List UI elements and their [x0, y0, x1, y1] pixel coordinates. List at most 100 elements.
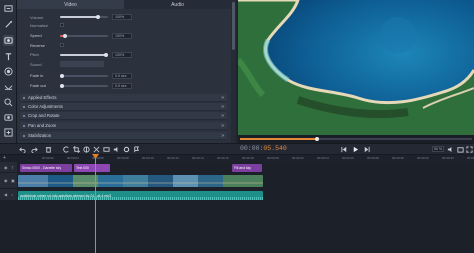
redo-icon[interactable] [30, 145, 38, 153]
chevron-right-icon: » [221, 95, 224, 101]
properties-tabs: Video Audio [17, 0, 231, 9]
timecode-current: 05.540 [263, 145, 287, 152]
fade-out-value[interactable]: 0.0 sec [112, 83, 132, 89]
zoom-icon[interactable] [3, 97, 14, 108]
title-clip-2[interactable]: Text 000 [74, 164, 110, 172]
section-label: Color Adjustments [28, 104, 63, 109]
reverse-checkbox[interactable] [60, 43, 64, 47]
play-icon[interactable] [351, 145, 359, 153]
flag-icon[interactable] [132, 145, 140, 153]
video-track-icon: ▣ [11, 178, 15, 183]
ruler-tick-label: 00:00:30 [392, 156, 404, 160]
color-adjust-icon[interactable] [82, 145, 90, 153]
more-tools-icon[interactable] [3, 127, 14, 138]
chevron-right-icon: » [221, 123, 224, 129]
split-icon[interactable] [92, 145, 100, 153]
chevron-right-icon: » [221, 113, 224, 119]
rotate-icon[interactable] [62, 145, 70, 153]
volume-slider[interactable] [60, 15, 108, 19]
record-icon[interactable] [3, 112, 14, 123]
ruler-tick-label: 00:00:26 [342, 156, 354, 160]
ruler-tick-label: 00:00:24 [317, 156, 329, 160]
eye-icon[interactable]: ◉ [4, 178, 8, 183]
previous-frame-icon[interactable] [340, 145, 348, 153]
volume-value[interactable]: 100% [112, 14, 132, 20]
section-pan-and-zoom[interactable]: Pan and Zoom » [20, 122, 227, 130]
audio-waveform [18, 197, 263, 200]
sound-label: Sound [30, 61, 42, 67]
video-thumbnails [18, 175, 263, 187]
titles-icon[interactable] [3, 51, 14, 62]
fade-in-value[interactable]: 0.0 sec [112, 73, 132, 79]
add-track-icon[interactable]: + [3, 155, 6, 161]
tab-video[interactable]: Video [17, 0, 124, 9]
ruler-tick-label: 00:00:12 [167, 156, 179, 160]
volume-icon[interactable] [446, 145, 454, 153]
sound-select[interactable] [60, 61, 104, 67]
seek-progress [240, 138, 317, 140]
fade-in-slider[interactable] [60, 74, 108, 78]
section-label: Applied Effects [28, 95, 57, 100]
magic-wand-icon[interactable] [3, 19, 14, 30]
delete-icon[interactable] [44, 145, 52, 153]
music-icon: ♪ [11, 192, 13, 197]
section-color-adjustments[interactable]: Color Adjustments » [20, 103, 227, 111]
ruler-tick-label: 00:00:32 [417, 156, 429, 160]
ruler-tick-label: 00:00:02 [42, 156, 54, 160]
filters-icon[interactable] [3, 66, 14, 77]
zoom-level[interactable]: 50 % [432, 146, 444, 152]
transitions-icon[interactable] [3, 82, 14, 93]
title-clip-1[interactable]: Sintac 0000 - Ganette sky [20, 164, 72, 172]
clip-properties-icon[interactable] [3, 35, 14, 46]
chevron-right-icon: » [221, 133, 224, 139]
ruler-tick-label: 00:00:04 [67, 156, 79, 160]
playhead-line[interactable] [95, 155, 96, 253]
fade-in-label: Fade in [30, 72, 44, 78]
fade-out-slider[interactable] [60, 84, 108, 88]
section-stabilization[interactable]: Stabilization » [20, 132, 227, 140]
ruler-tick-label: 00:00:28 [367, 156, 379, 160]
panel-scrollbar-thumb[interactable] [232, 2, 235, 50]
ruler-tick-label: 00:00:06 [92, 156, 104, 160]
left-tool-strip [0, 0, 17, 143]
ruler-tick-label: 00:00:08 [117, 156, 129, 160]
seek-handle[interactable] [315, 137, 319, 141]
section-label: Crop and Rotate [28, 113, 60, 118]
pitch-value[interactable]: 100% [112, 52, 132, 58]
timecode-display: 00:00:05.540 [240, 145, 287, 152]
ruler-tick-label: 00:00:10 [142, 156, 154, 160]
title-track-icon: T [11, 165, 14, 170]
tab-audio[interactable]: Audio [124, 0, 231, 9]
eye-icon[interactable]: ◉ [4, 165, 8, 170]
pitch-slider[interactable] [60, 53, 108, 57]
crop-icon[interactable] [72, 145, 80, 153]
normalize-checkbox[interactable] [60, 23, 64, 27]
import-icon[interactable] [3, 3, 14, 14]
ruler-tick-label: 00:00:18 [242, 156, 254, 160]
speaker-icon[interactable]: ◀ [4, 192, 7, 197]
title-clip-3[interactable]: Fill and sky [232, 164, 262, 172]
video-preview[interactable] [238, 0, 474, 135]
pitch-label: Pitch [30, 51, 39, 57]
section-label: Pan and Zoom [28, 123, 57, 128]
fullscreen-icon[interactable] [465, 145, 473, 153]
speed-slider[interactable] [60, 34, 108, 38]
ruler-tick-label: 00:00:34 [442, 156, 454, 160]
speed-value[interactable]: 100% [112, 33, 132, 39]
track-head-titles [0, 162, 17, 173]
volume-label: Volume [30, 14, 44, 20]
ruler-tick-label: 00:00:20 [267, 156, 279, 160]
video-clip-strip[interactable] [18, 175, 263, 187]
ruler-tick-label: 00:00:16 [217, 156, 229, 160]
ruler-tick-label: 00:00:14 [192, 156, 204, 160]
section-crop-and-rotate[interactable]: Crop and Rotate » [20, 112, 227, 120]
undo-icon[interactable] [18, 145, 26, 153]
section-applied-effects[interactable]: Applied Effects » [20, 94, 227, 102]
speed-label: Speed [30, 32, 42, 38]
settings-icon[interactable] [122, 145, 130, 153]
audio-icon[interactable] [112, 145, 120, 153]
insert-icon[interactable] [102, 145, 110, 153]
snapshot-icon[interactable] [456, 145, 464, 153]
next-frame-icon[interactable] [362, 145, 370, 153]
aerial-coast-image [238, 0, 474, 135]
